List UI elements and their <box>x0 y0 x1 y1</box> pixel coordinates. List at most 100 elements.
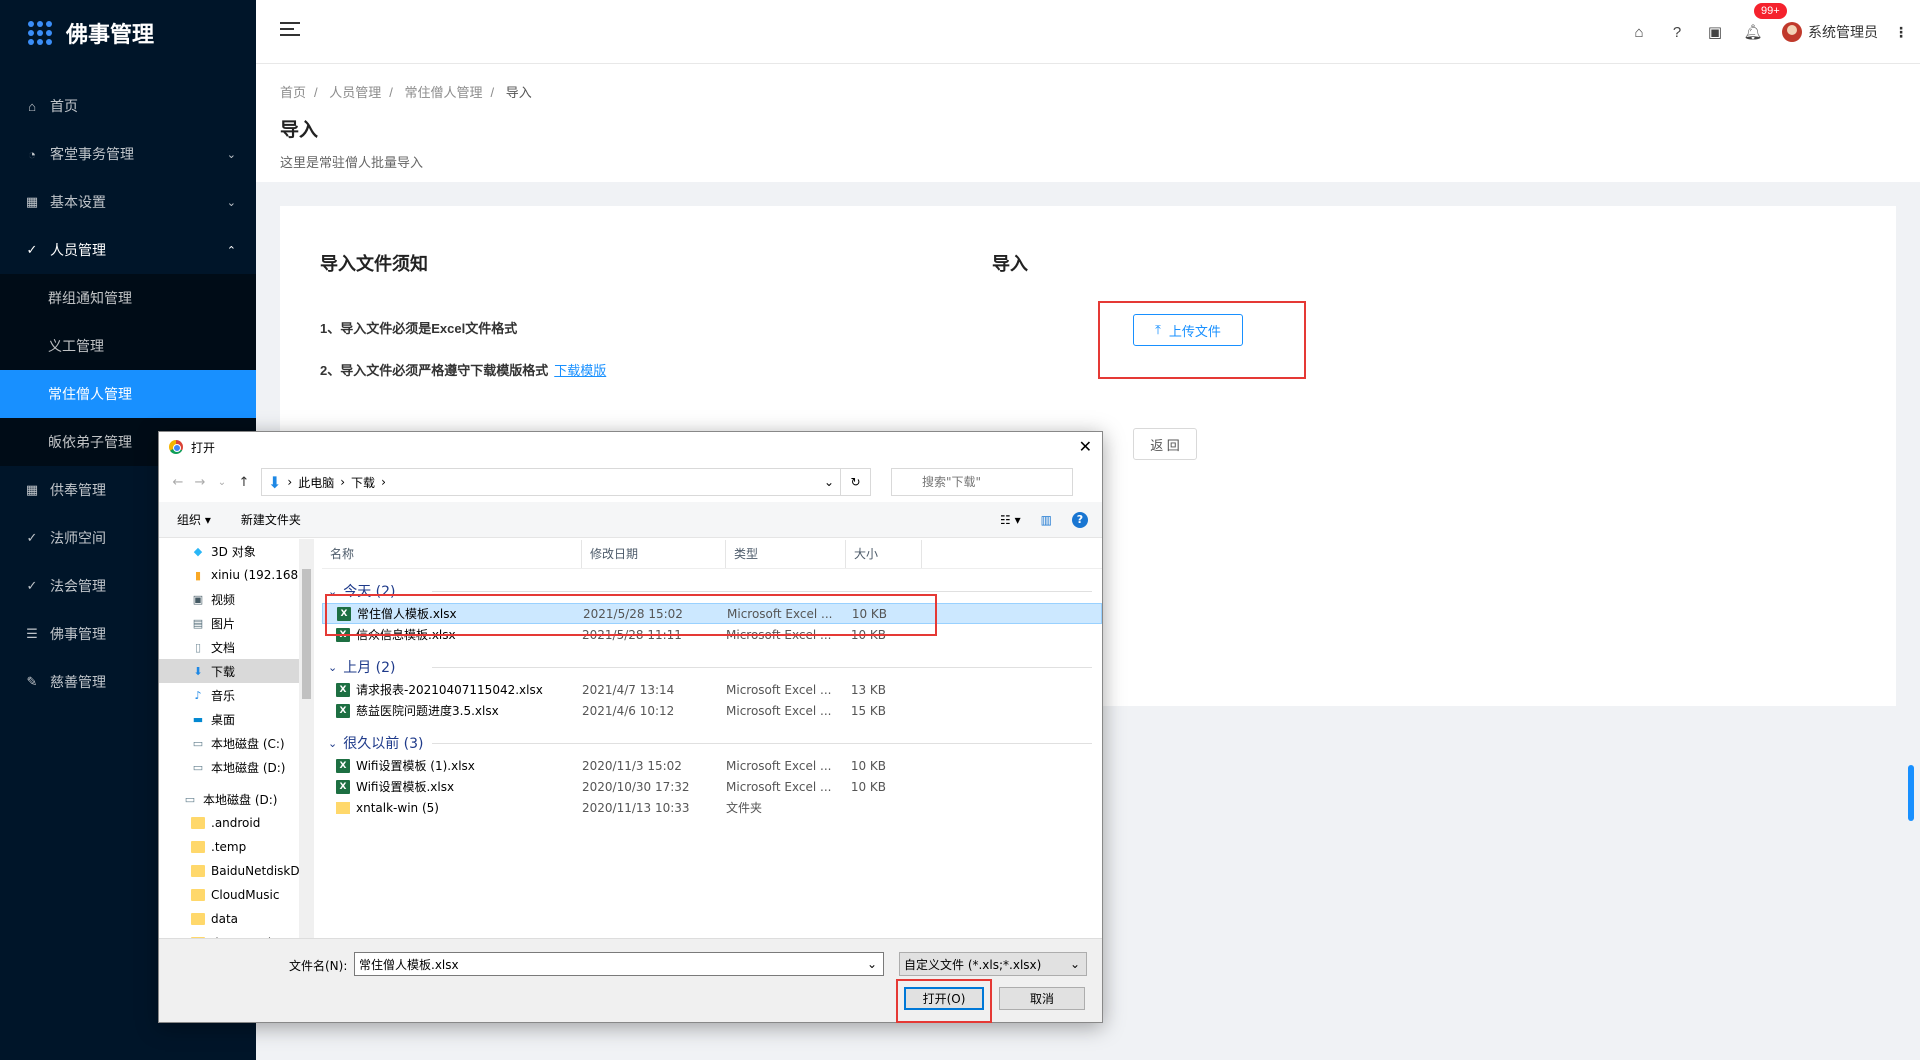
tree-item-folder[interactable]: data <box>159 907 314 931</box>
view-controls: ☷ ▾ ▥ ? <box>1000 511 1088 528</box>
menu-fold-icon[interactable] <box>280 22 300 40</box>
column-type[interactable]: 类型 <box>726 539 846 568</box>
page-scrollbar-thumb[interactable] <box>1908 765 1914 821</box>
table-icon: ▦ <box>25 194 39 209</box>
file-row[interactable]: X Wifi设置模板.xlsx 2020/10/30 17:32 Microsoft … <box>322 776 1102 797</box>
chevron-down-icon: ⌄ <box>226 148 236 161</box>
breadcrumb-separator: / <box>490 85 495 100</box>
tree-scrollbar[interactable] <box>299 539 314 941</box>
home-icon[interactable]: ⌂ <box>1620 24 1658 41</box>
tree-label: .temp <box>211 840 247 854</box>
sidebar-item-group-notice[interactable]: 群组通知管理 <box>0 274 256 322</box>
help-icon[interactable]: ? <box>1072 511 1088 528</box>
tree-item-drive-c[interactable]: ▭ 本地磁盘 (C:) <box>159 731 314 755</box>
address-bar[interactable]: ⬇ › 此电脑 › 下载 › ⌄ <box>261 468 841 496</box>
file-open-dialog: 打开 ✕ ← → ⌄ ↑ ⬇ › 此电脑 › 下载 › ⌄ ↻ ⌕ 组织 ▾ 新… <box>158 431 1103 1023</box>
up-arrow-icon[interactable]: ↑ <box>233 475 255 490</box>
forward-arrow-icon[interactable]: → <box>189 475 211 490</box>
tree-item-folder[interactable]: CloudMusic <box>159 883 314 907</box>
tree-item-documents[interactable]: ▯ 文档 <box>159 635 314 659</box>
download-template-link[interactable]: 下载模版 <box>554 363 606 378</box>
tree-label: 本地磁盘 (D:) <box>211 760 286 775</box>
column-date[interactable]: 修改日期 <box>582 539 726 568</box>
new-folder-button[interactable]: 新建文件夹 <box>241 511 301 528</box>
tree-item-folder[interactable]: .android <box>159 811 314 835</box>
file-date: 2020/10/30 17:32 <box>582 779 690 794</box>
list-icon: ☰ <box>26 626 38 641</box>
file-type: Microsoft Excel ... <box>726 779 832 794</box>
file-type: Microsoft Excel ... <box>726 758 832 773</box>
cancel-button[interactable]: 取消 <box>999 987 1085 1010</box>
column-size[interactable]: 大小 <box>846 539 922 568</box>
tree-item-downloads[interactable]: ⬇ 下载 <box>159 659 314 683</box>
search-input[interactable] <box>891 468 1073 496</box>
sidebar-item-basic-settings[interactable]: ▦ 基本设置 ⌄ <box>0 178 256 226</box>
filename-input[interactable]: 常住僧人模板.xlsx ⌄ <box>354 952 884 976</box>
folder-row[interactable]: xntalk-win (5) 2020/11/13 10:33 文件夹 <box>322 797 1102 818</box>
highlight-box <box>896 979 992 1023</box>
file-row[interactable]: X 请求报表-20210407115042.xlsx 2021/4/7 13:14 M… <box>322 679 1102 700</box>
notice-item-2: 2、导入文件必须严格遵守下载模版格式 下载模版 <box>320 360 606 379</box>
back-arrow-icon[interactable]: ← <box>167 475 189 490</box>
apps-icon[interactable]: ▣ <box>1696 23 1734 41</box>
logo[interactable]: 佛事管理 <box>0 0 256 66</box>
sidebar-item-resident-monk[interactable]: 常住僧人管理 <box>0 370 256 418</box>
path-separator: › <box>340 475 346 489</box>
file-row[interactable]: X 慈益医院问题进度3.5.xlsx 2021/4/6 10:12 Microsoft… <box>322 700 1102 721</box>
breadcrumb-resident-monk[interactable]: 常住僧人管理 <box>405 85 483 100</box>
excel-file-icon: X <box>336 703 350 718</box>
tree-item-desktop[interactable]: ▬ 桌面 <box>159 707 314 731</box>
edit-icon: ✎ <box>26 674 38 689</box>
file-size: 10 KB <box>850 779 886 794</box>
recent-chevron-icon[interactable]: ⌄ <box>211 477 233 488</box>
file-row[interactable]: X Wifi设置模板 (1).xlsx 2020/11/3 15:02 Microso… <box>322 755 1102 776</box>
sidebar-item-label: 佛事管理 <box>50 626 106 642</box>
tree-item-folder[interactable]: .temp <box>159 835 314 859</box>
tree-item-network-user[interactable]: ▮ xiniu (192.168.1 <box>159 563 314 587</box>
folder-icon <box>191 889 205 901</box>
path-downloads[interactable]: 下载 <box>351 474 375 491</box>
group-label: 很久以前 (3) <box>343 736 424 752</box>
notification-badge: 99+ <box>1754 3 1787 19</box>
tree-label: 视频 <box>211 592 236 607</box>
breadcrumb-home[interactable]: 首页 <box>280 85 306 100</box>
group-header[interactable]: ⌄ 上月 (2) <box>322 655 1102 679</box>
help-icon[interactable]: ? <box>1658 24 1696 41</box>
back-button[interactable]: 返 回 <box>1133 428 1197 460</box>
page-header: 首页 / 人员管理 / 常住僧人管理 / 导入 导入 这里是常驻僧人批量导入 <box>256 64 1920 182</box>
file-size: 13 KB <box>850 682 886 697</box>
more-vertical-icon[interactable]: ⋮ <box>1894 24 1908 41</box>
column-name[interactable]: 名称 <box>322 539 582 568</box>
sidebar-item-volunteer[interactable]: 义工管理 <box>0 322 256 370</box>
breadcrumb-personnel[interactable]: 人员管理 <box>329 85 381 100</box>
upload-file-button[interactable]: ⤒ 上传文件 <box>1133 314 1243 346</box>
chevron-down-icon[interactable]: ⌄ <box>867 957 877 971</box>
preview-pane-icon[interactable]: ▥ <box>1041 513 1052 527</box>
tree-item-music[interactable]: ♪ 音乐 <box>159 683 314 707</box>
sidebar-item-home[interactable]: ⌂ 首页 <box>0 82 256 130</box>
path-this-pc[interactable]: 此电脑 <box>298 474 334 491</box>
tree-item-drive-d-root[interactable]: ▭ 本地磁盘 (D:) <box>159 787 314 811</box>
tree-item-folder[interactable]: BaiduNetdiskD <box>159 859 314 883</box>
refresh-icon[interactable]: ↻ <box>841 468 871 496</box>
file-date: 2020/11/13 10:33 <box>582 800 690 815</box>
filetype-select[interactable]: 自定义文件 (*.xls;*.xlsx) ⌄ <box>899 952 1087 976</box>
tree-item-drive-d[interactable]: ▭ 本地磁盘 (D:) <box>159 755 314 779</box>
file-date: 2021/4/6 10:12 <box>582 703 675 718</box>
sidebar-item-personnel[interactable]: ✓ 人员管理 ⌃ <box>0 226 256 274</box>
tree-item-videos[interactable]: ▣ 视频 <box>159 587 314 611</box>
user-menu[interactable]: 系统管理员 <box>1782 22 1878 42</box>
bell-icon[interactable]: 🔔︎ 99+ <box>1734 3 1787 41</box>
sidebar-item-hall-affairs[interactable]: ◔ 客堂事务管理 ⌄ <box>0 130 256 178</box>
group-header[interactable]: ⌄ 很久以前 (3) <box>322 731 1102 755</box>
view-options-icon[interactable]: ☷ ▾ <box>1000 513 1021 527</box>
tree-label: 3D 对象 <box>211 544 256 559</box>
chevron-down-icon[interactable]: ⌄ <box>824 475 834 489</box>
tree-item-pictures[interactable]: ▤ 图片 <box>159 611 314 635</box>
organize-button[interactable]: 组织 ▾ <box>177 511 211 528</box>
scrollbar-thumb[interactable] <box>302 569 311 699</box>
close-icon[interactable]: ✕ <box>1079 437 1092 456</box>
tree-item-3d-objects[interactable]: ◆ 3D 对象 <box>159 539 314 563</box>
tree-label: 本地磁盘 (C:) <box>211 736 285 751</box>
breadcrumb-separator: / <box>389 85 393 100</box>
